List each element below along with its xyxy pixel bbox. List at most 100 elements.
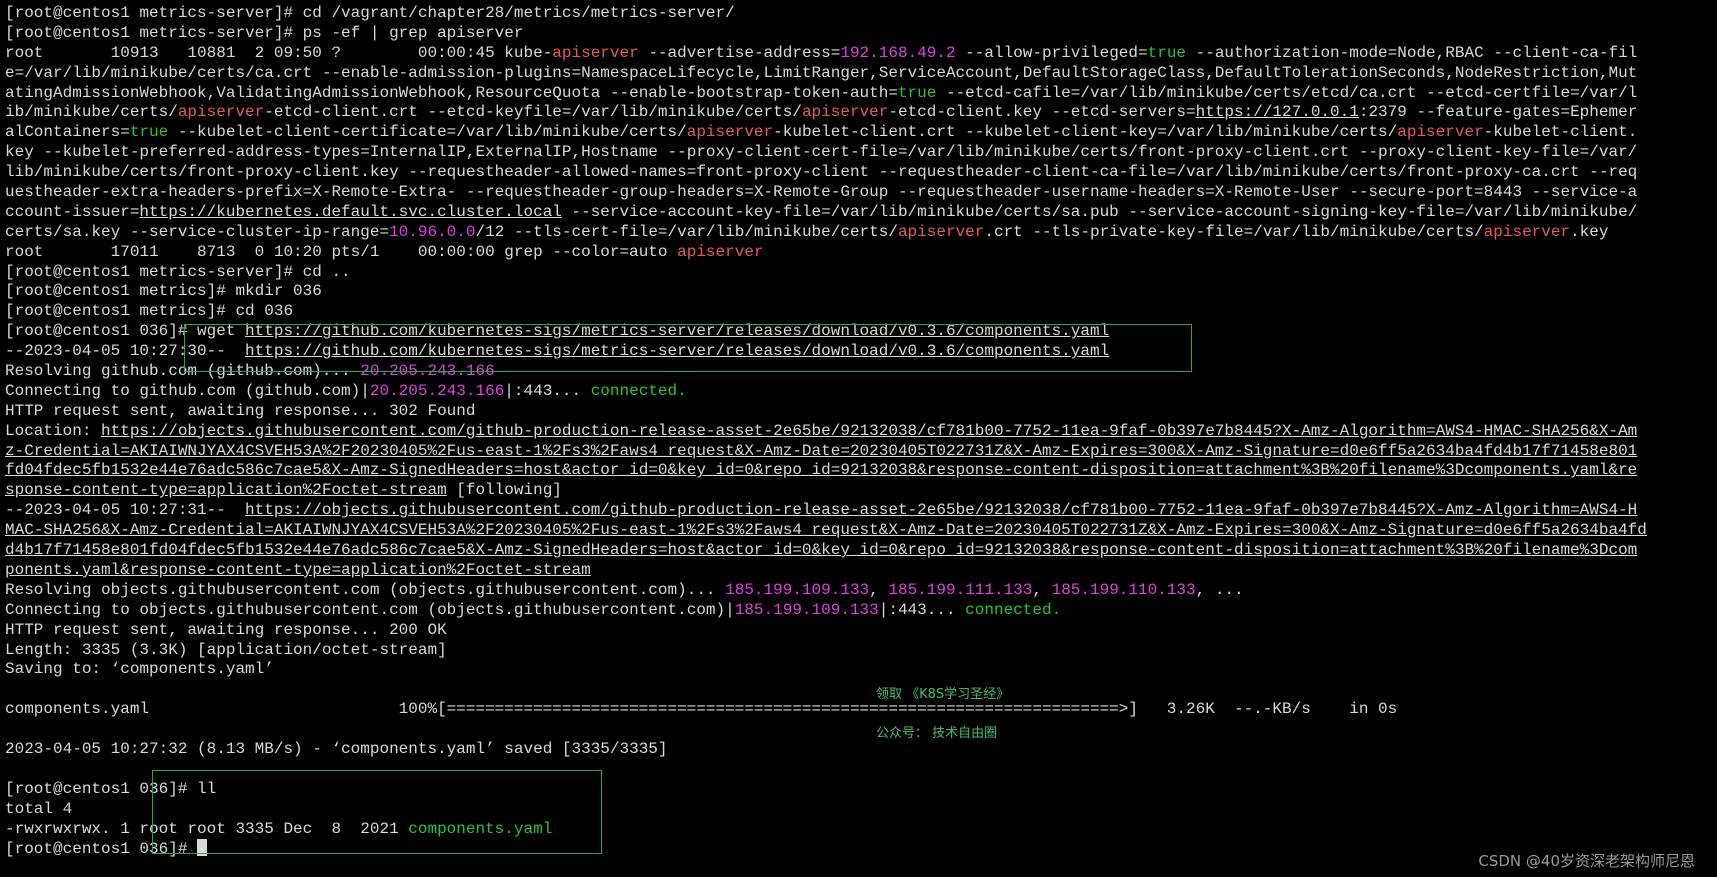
terminal-line: sponse-content-type=application%2Foctet-… (5, 481, 1709, 501)
terminal-line: key --kubelet-preferred-address-types=In… (5, 143, 1709, 163)
terminal-text: connected. (965, 600, 1062, 619)
terminal-line: 2023-04-05 10:27:32 (8.13 MB/s) - ‘compo… (5, 740, 1709, 760)
terminal-text: root 10913 10881 2 09:50 ? 00:00:45 kube… (5, 43, 553, 62)
terminal-line: ccount-issuer=https://kubernetes.default… (5, 203, 1709, 223)
terminal-text: sponse-content-type=application%2Foctet-… (5, 481, 447, 500)
terminal-text: .key (1570, 222, 1609, 241)
terminal-text: apiserver (686, 123, 774, 142)
terminal-line: HTTP request sent, awaiting response... … (5, 402, 1709, 422)
terminal-text: [root@centos1 metrics]# cd 036 (5, 302, 294, 321)
terminal-text: true (129, 123, 169, 142)
terminal-text: 20.205.243.166 (369, 381, 505, 400)
terminal-text: 185.199.109.133 (734, 600, 879, 619)
terminal-line: ib/minikube/certs/apiserver-etcd-client.… (5, 103, 1709, 123)
terminal-text: lib/minikube/certs/front-proxy-client.ke… (5, 163, 1638, 182)
terminal-text: .crt --tls-private-key-file=/var/lib/min… (984, 222, 1484, 241)
terminal-text: alContainers= (5, 123, 130, 142)
terminal-text: connected. (590, 381, 687, 400)
terminal-text: , (869, 580, 889, 599)
terminal-text: atingAdmissionWebhook,ValidatingAdmissio… (5, 83, 898, 102)
terminal-text: /12 --tls-cert-file=/var/lib/minikube/ce… (475, 222, 898, 241)
terminal-text: ccount-issuer= (5, 202, 140, 221)
terminal-output[interactable]: [root@centos1 metrics-server]# cd /vagra… (5, 4, 1709, 859)
terminal-text: -etcd-client.crt --etcd-keyfile=/var/lib… (264, 103, 802, 122)
terminal-line: root 10913 10881 2 09:50 ? 00:00:45 kube… (5, 44, 1709, 64)
promo-line-1: 领取 《K8S学习圣经》 (876, 687, 1010, 702)
terminal-line: HTTP request sent, awaiting response... … (5, 621, 1709, 641)
terminal-text: , (1032, 580, 1052, 599)
terminal-text: -kubelet-client.crt --kubelet-client-key… (773, 123, 1398, 142)
terminal-text: components.yaml 100%[===================… (5, 700, 1398, 719)
terminal-text: Connecting to objects.githubusercontent.… (5, 600, 735, 619)
terminal-text: e=/var/lib/minikube/certs/ca.crt --enabl… (5, 63, 1638, 82)
terminal-text: [root@centos1 metrics-server]# ps -ef | … (5, 23, 524, 42)
terminal-text: fd04fdec5fb1532e44e76adc586c7cae5&X-Amz-… (5, 461, 1638, 480)
terminal-text: [following] (446, 481, 562, 500)
terminal-text: apiserver (1483, 222, 1571, 241)
terminal-line: root 17011 8713 0 10:20 pts/1 00:00:00 g… (5, 243, 1709, 263)
terminal-line: uestheader-extra-headers-prefix=X-Remote… (5, 183, 1709, 203)
terminal-text: https://127.0.0.1 (1195, 103, 1359, 122)
terminal-text: --advertise-address= (638, 43, 841, 62)
terminal-line: d4b17f71458e801fd04fdec5fb1532e44e76adc5… (5, 541, 1709, 561)
terminal-text: --service-account-key-file=/var/lib/mini… (561, 202, 1638, 221)
terminal-text: apiserver (177, 103, 265, 122)
terminal-text: MAC-SHA256&X-Amz-Credential=AKIAIWNJYAX4… (5, 521, 1647, 540)
promo-line-2: 公众号： 技术自由圈 (876, 726, 998, 741)
terminal-text: 2023-04-05 10:27:32 (8.13 MB/s) - ‘compo… (5, 739, 668, 758)
terminal-line: Location: https://objects.githubusercont… (5, 422, 1709, 442)
terminal-line: lib/minikube/certs/front-proxy-client.ke… (5, 163, 1709, 183)
terminal-text: https://kubernetes.default.svc.cluster.l… (139, 202, 562, 221)
terminal-line: fd04fdec5fb1532e44e76adc586c7cae5&X-Amz-… (5, 461, 1709, 481)
terminal-line: components.yaml 100%[===================… (5, 700, 1709, 720)
terminal-text: --2023-04-05 10:27:31-- (5, 501, 246, 520)
terminal-line: --2023-04-05 10:27:31-- https://objects.… (5, 501, 1709, 521)
terminal-line: Resolving objects.githubusercontent.com … (5, 581, 1709, 601)
terminal-text: |:443... (504, 381, 591, 400)
terminal-text: apiserver (801, 103, 889, 122)
terminal-text: 192.168.49.2 (840, 43, 956, 62)
terminal-text: apiserver (897, 222, 985, 241)
terminal-text: |:443... (878, 600, 966, 619)
terminal-line: Saving to: ‘components.yaml’ (5, 660, 1709, 680)
terminal-line: [root@centos1 metrics-server]# cd .. (5, 263, 1709, 283)
terminal-text: --kubelet-client-certificate=/var/lib/mi… (168, 123, 687, 142)
csdn-watermark: CSDN @40岁资深老架构师尼恩 (1478, 852, 1695, 870)
terminal-line: ponents.yaml&response-content-type=appli… (5, 561, 1709, 581)
terminal-text: :2379 --feature-gates=Ephemer (1358, 103, 1638, 122)
terminal-text: root 17011 8713 0 10:20 pts/1 00:00:00 g… (5, 242, 678, 261)
terminal-text: 185.199.110.133 (1051, 580, 1196, 599)
terminal-line: alContainers=true --kubelet-client-certi… (5, 123, 1709, 143)
terminal-line: Connecting to objects.githubusercontent.… (5, 601, 1709, 621)
terminal-text: Resolving objects.githubusercontent.com … (5, 580, 726, 599)
wget-highlight-box (184, 324, 1192, 372)
terminal-text: d4b17f71458e801fd04fdec5fb1532e44e76adc5… (5, 541, 1638, 560)
terminal-text: https://objects.githubusercontent.com/gi… (101, 421, 1638, 440)
terminal-text: , ... (1195, 580, 1244, 599)
terminal-line: [root@centos1 metrics-server]# cd /vagra… (5, 4, 1709, 24)
terminal-line: [root@centos1 metrics]# cd 036 (5, 302, 1709, 322)
terminal-line: MAC-SHA256&X-Amz-Credential=AKIAIWNJYAX4… (5, 521, 1709, 541)
terminal-text: apiserver (1397, 123, 1484, 142)
terminal-text: total 4 (5, 799, 73, 818)
terminal-text: Saving to: ‘components.yaml’ (5, 660, 274, 679)
terminal-text: --etcd-cafile=/var/lib/minikube/certs/et… (936, 83, 1638, 102)
terminal-line: Length: 3335 (3.3K) [application/octet-s… (5, 641, 1709, 661)
terminal-text: uestheader-extra-headers-prefix=X-Remote… (5, 183, 1638, 202)
terminal-text: HTTP request sent, awaiting response... … (5, 620, 447, 639)
terminal-text: [root@centos1 metrics-server]# cd .. (5, 262, 351, 281)
terminal-text: Location: (5, 421, 102, 440)
terminal-line: certs/sa.key --service-cluster-ip-range=… (5, 223, 1709, 243)
terminal-text: https://objects.githubusercontent.com/gi… (245, 501, 1638, 520)
terminal-text: apiserver (677, 242, 764, 261)
terminal-text: Length: 3335 (3.3K) [application/octet-s… (5, 640, 447, 659)
terminal-text: ib/minikube/certs/ (5, 103, 178, 122)
terminal-text: true (897, 83, 937, 102)
terminal-text: z-Credential=AKIAIWNJYAX4CSVEH53A%2F2023… (5, 441, 1638, 460)
terminal-text: 185.199.111.133 (888, 580, 1033, 599)
terminal-text: Connecting to github.com (github.com)| (5, 381, 370, 400)
terminal-text: [root@centos1 metrics]# mkdir 036 (5, 282, 322, 301)
terminal-text: [root@centos1 metrics-server]# cd /vagra… (5, 4, 735, 22)
